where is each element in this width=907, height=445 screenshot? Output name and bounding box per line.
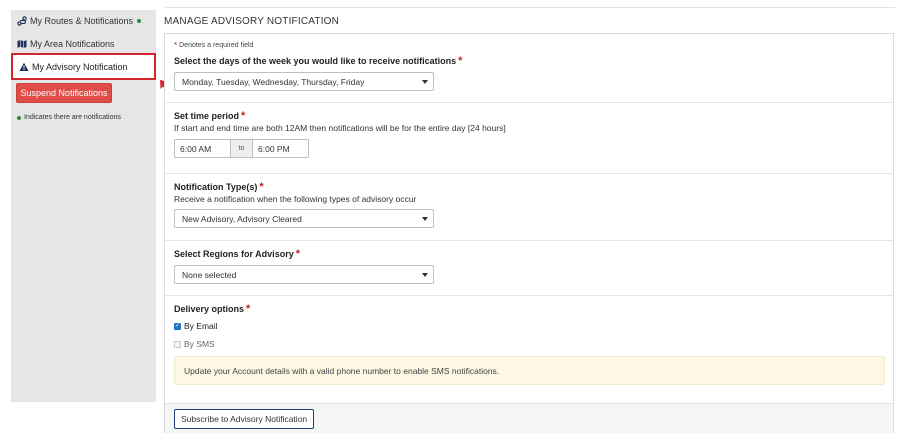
time-period-section: Set time period * If start and end time a… (165, 103, 893, 174)
end-time-input[interactable]: 6:00 PM (252, 139, 309, 158)
checkbox-checked-icon[interactable]: ✓ (174, 322, 181, 330)
time-range-group: 6:00 AM to 6:00 PM (174, 139, 309, 158)
caret-down-icon (422, 217, 428, 221)
sidebar-item-label: My Area Notifications (30, 39, 115, 49)
sidebar-item-my-area[interactable]: My Area Notifications (11, 33, 156, 55)
time-period-label: Set time period * (174, 110, 245, 122)
time-period-label-text: Set time period (174, 111, 240, 121)
warning-icon (19, 62, 29, 72)
required-star: * (295, 248, 300, 260)
time-period-help: If start and end time are both 12AM then… (174, 123, 506, 133)
required-note: * Denotes a required field (174, 41, 253, 50)
advisory-form: * Denotes a required field Select the da… (164, 33, 894, 433)
notification-types-label-text: Notification Type(s) (174, 182, 258, 192)
regions-label-text: Select Regions for Advisory (174, 249, 294, 259)
sidebar-item-my-advisory[interactable]: My Advisory Notification (11, 53, 156, 80)
regions-select[interactable]: None selected (174, 265, 434, 284)
notification-dot (137, 19, 142, 23)
by-sms-option: By SMS (174, 339, 215, 349)
regions-section: Select Regions for Advisory * None select… (165, 241, 893, 296)
by-email-label: By Email (184, 321, 218, 331)
required-note-text: Denotes a required field (179, 42, 254, 49)
delivery-options-label-text: Delivery options (174, 304, 245, 314)
required-star: * (174, 41, 178, 50)
required-star: * (259, 181, 264, 193)
notification-types-value: New Advisory, Advisory Cleared (182, 213, 302, 224)
sms-warning-alert: Update your Account details with a valid… (174, 356, 885, 385)
notification-types-section: Notification Type(s) * Receive a notifica… (165, 174, 893, 241)
subscribe-button[interactable]: Subscribe to Advisory Notification (174, 409, 315, 429)
notification-dot (17, 115, 21, 120)
sidebar-item-label: My Advisory Notification (32, 61, 128, 72)
top-divider (165, 7, 895, 8)
form-footer: Subscribe to Advisory Notification (165, 403, 893, 433)
required-star: * (241, 110, 246, 122)
days-select[interactable]: Monday, Tuesday, Wednesday, Thursday, Fr… (174, 72, 434, 91)
route-icon (17, 16, 27, 26)
start-time-input[interactable]: 6:00 AM (174, 139, 231, 158)
legend-text: Indicates there are notifications (24, 114, 121, 121)
sidebar-item-my-routes[interactable]: My Routes & Notifications (11, 10, 156, 32)
notification-types-label: Notification Type(s) * (174, 181, 264, 193)
required-star: * (246, 303, 251, 315)
page-title: MANAGE ADVISORY NOTIFICATION (164, 16, 340, 27)
days-section: * Denotes a required field Select the da… (165, 34, 893, 103)
map-icon (17, 39, 27, 49)
time-separator: to (231, 139, 252, 158)
sidebar: My Routes & Notifications My Area Notifi… (11, 10, 156, 402)
required-star: * (458, 55, 463, 67)
days-select-value: Monday, Tuesday, Wednesday, Thursday, Fr… (182, 76, 365, 87)
by-sms-label: By SMS (184, 339, 215, 349)
checkbox-icon (174, 340, 181, 348)
notification-types-help: Receive a notification when the followin… (174, 194, 417, 204)
caret-down-icon (422, 273, 428, 277)
days-label-text: Select the days of the week you would li… (174, 56, 457, 66)
regions-select-value: None selected (182, 269, 237, 280)
days-label: Select the days of the week you would li… (174, 55, 462, 67)
notification-types-select[interactable]: New Advisory, Advisory Cleared (174, 209, 434, 228)
by-email-option[interactable]: ✓ By Email (174, 321, 218, 331)
regions-label: Select Regions for Advisory * (174, 248, 300, 260)
notification-legend: Indicates there are notifications (17, 114, 121, 121)
caret-down-icon (422, 80, 428, 84)
suspend-notifications-button[interactable]: Suspend Notifications (16, 83, 112, 103)
delivery-options-label: Delivery options * (174, 303, 250, 315)
sidebar-item-label: My Routes & Notifications (30, 16, 134, 26)
